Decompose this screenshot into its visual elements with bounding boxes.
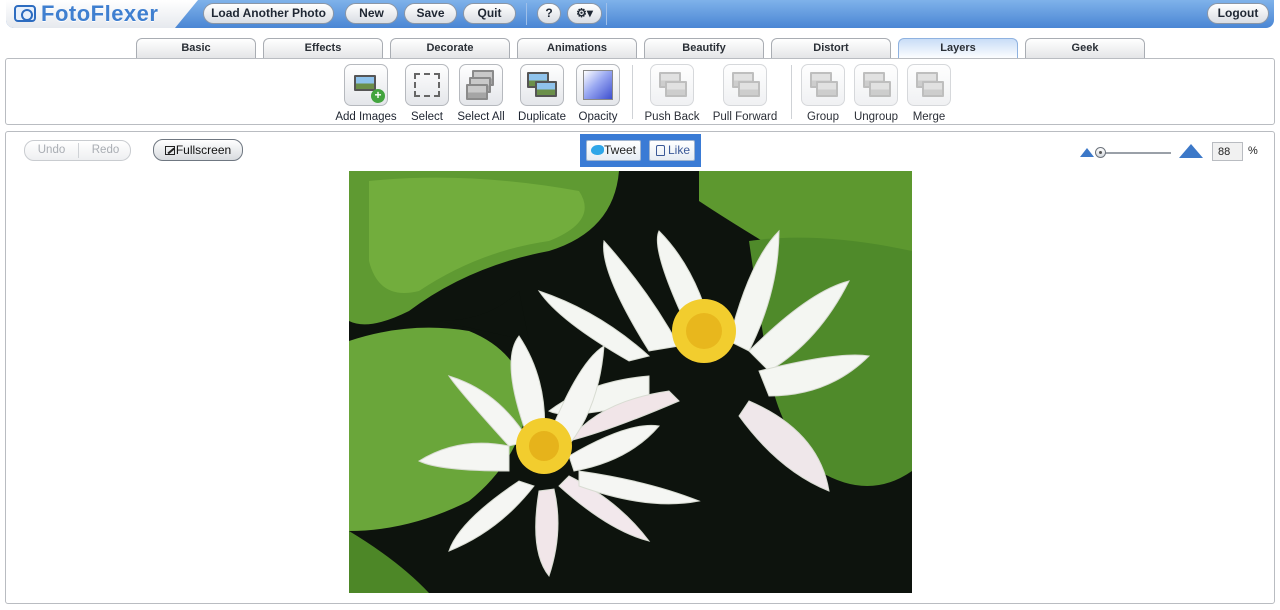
tool-divider xyxy=(791,65,792,119)
merge-label: Merge xyxy=(912,111,946,123)
quit-button[interactable]: Quit xyxy=(463,3,516,24)
photo-icon xyxy=(869,81,891,97)
logo-text: FotoFlexer xyxy=(41,1,159,26)
camera-icon xyxy=(14,5,36,22)
category-tabs: Basic Effects Decorate Animations Beauti… xyxy=(0,36,1280,59)
duplicate-label: Duplicate xyxy=(518,111,566,123)
photo-icon xyxy=(535,81,557,97)
ungroup-button[interactable]: Ungroup xyxy=(850,64,902,123)
zoom-percent-label: % xyxy=(1248,145,1258,157)
selection-marquee-icon xyxy=(414,73,440,97)
push-back-button[interactable]: Push Back xyxy=(642,64,702,123)
social-share-box: Tweet Like xyxy=(580,134,701,167)
twitter-bird-icon xyxy=(591,145,604,155)
fullscreen-icon xyxy=(164,146,175,155)
tab-layers[interactable]: Layers xyxy=(898,38,1018,59)
top-bar: FotoFlexer Load Another Photo New Save Q… xyxy=(6,0,1274,28)
tab-effects[interactable]: Effects xyxy=(263,38,383,59)
zoom-out-icon[interactable] xyxy=(1080,148,1094,157)
group-button[interactable]: Group xyxy=(797,64,849,123)
select-label: Select xyxy=(411,111,443,123)
toolbar-divider xyxy=(526,3,527,25)
gradient-swatch-icon xyxy=(583,70,613,100)
undo-button[interactable]: Undo xyxy=(25,141,78,160)
new-button[interactable]: New xyxy=(345,3,398,24)
select-button[interactable]: Select xyxy=(401,64,453,123)
ungroup-icon xyxy=(854,64,898,106)
photo-icon xyxy=(354,75,376,91)
logo: FotoFlexer xyxy=(6,0,198,28)
select-all-icon xyxy=(459,64,503,106)
tab-beautify[interactable]: Beautify xyxy=(644,38,764,59)
opacity-icon xyxy=(576,64,620,106)
opacity-label: Opacity xyxy=(578,111,618,123)
save-button[interactable]: Save xyxy=(404,3,457,24)
like-label: Like xyxy=(667,143,690,157)
pull-forward-label: Pull Forward xyxy=(712,111,778,123)
group-icon xyxy=(801,64,845,106)
plus-icon: + xyxy=(371,89,385,103)
tweet-button[interactable]: Tweet xyxy=(586,140,641,161)
zoom-input[interactable] xyxy=(1212,142,1243,161)
photo-icon xyxy=(665,81,687,97)
select-all-button[interactable]: Select All xyxy=(454,64,508,123)
pull-forward-button[interactable]: Pull Forward xyxy=(706,64,784,123)
zoom-slider-handle[interactable] xyxy=(1095,147,1106,158)
tweet-label: Tweet xyxy=(603,143,636,157)
duplicate-button[interactable]: Duplicate xyxy=(515,64,569,123)
toolbar-divider xyxy=(606,3,607,25)
load-another-photo-button[interactable]: Load Another Photo xyxy=(203,3,334,24)
canvas-area: Undo Redo Fullscreen Tweet Like % xyxy=(5,131,1275,604)
add-images-button[interactable]: + Add Images xyxy=(333,64,399,123)
thumbs-up-icon xyxy=(656,145,665,156)
fullscreen-label: Fullscreen xyxy=(175,143,232,157)
photo-icon xyxy=(466,84,488,100)
logout-button[interactable]: Logout xyxy=(1207,3,1269,24)
redo-button[interactable]: Redo xyxy=(79,141,132,160)
fullscreen-button[interactable]: Fullscreen xyxy=(153,139,243,161)
opacity-button[interactable]: Opacity xyxy=(572,64,624,123)
photo-canvas[interactable] xyxy=(349,171,912,593)
settings-button[interactable]: ⚙▾ xyxy=(567,3,602,24)
merge-icon xyxy=(907,64,951,106)
add-images-label: Add Images xyxy=(335,111,397,123)
zoom-in-icon[interactable] xyxy=(1179,144,1203,158)
undo-redo-group: Undo Redo xyxy=(24,140,131,161)
photo-icon xyxy=(738,81,760,97)
merge-button[interactable]: Merge xyxy=(903,64,955,123)
like-button[interactable]: Like xyxy=(649,140,695,161)
duplicate-icon xyxy=(520,64,564,106)
pull-forward-icon xyxy=(723,64,767,106)
help-button[interactable]: ? xyxy=(537,3,561,24)
ungroup-label: Ungroup xyxy=(853,111,899,123)
tab-decorate[interactable]: Decorate xyxy=(390,38,510,59)
water-lily-photo xyxy=(349,171,912,593)
tab-distort[interactable]: Distort xyxy=(771,38,891,59)
zoom-slider-track[interactable] xyxy=(1098,152,1171,154)
push-back-icon xyxy=(650,64,694,106)
group-label: Group xyxy=(807,111,839,123)
zoom-control: % xyxy=(1080,142,1260,164)
tab-geek[interactable]: Geek xyxy=(1025,38,1145,59)
push-back-label: Push Back xyxy=(644,111,700,123)
select-all-label: Select All xyxy=(457,111,505,123)
select-icon xyxy=(405,64,449,106)
photo-icon xyxy=(816,81,838,97)
layers-toolbar: + Add Images Select Select All Duplicate… xyxy=(5,58,1275,125)
tab-animations[interactable]: Animations xyxy=(517,38,637,59)
add-images-icon: + xyxy=(344,64,388,106)
tab-basic[interactable]: Basic xyxy=(136,38,256,59)
photo-icon xyxy=(922,81,944,97)
tool-divider xyxy=(632,65,633,119)
